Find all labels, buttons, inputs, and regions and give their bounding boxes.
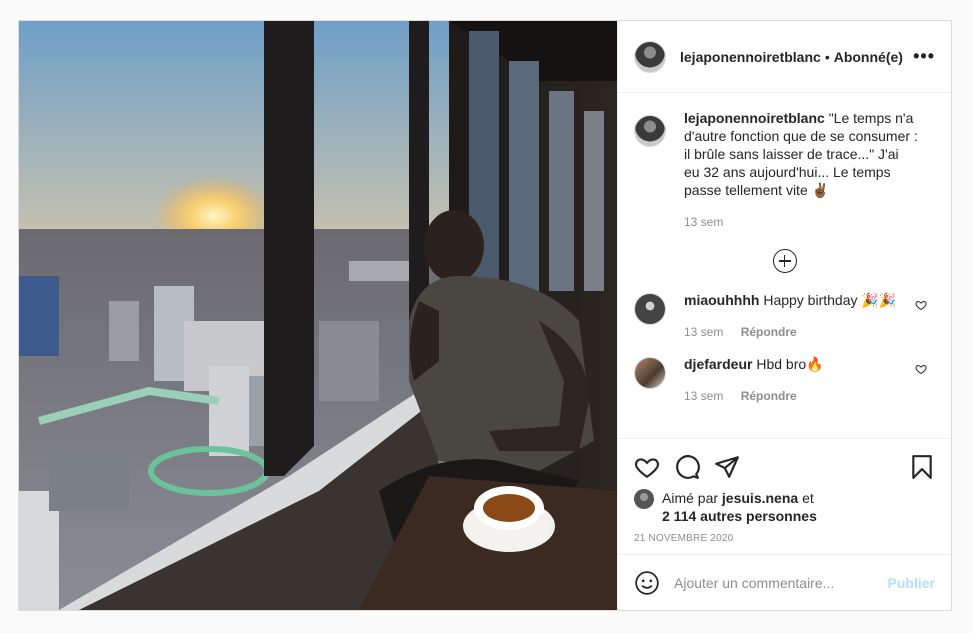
more-icon[interactable]: ••• [913,46,935,67]
caption-time: 13 sem [684,215,724,229]
add-comment-bar: Publier [618,554,951,610]
post-card: lejaponennoiretblanc • Abonné(e) ••• lej… [18,20,952,611]
likes-prefix: Aimé par [662,490,719,506]
comment-time: 13 sem [684,389,724,403]
comment-text: Hbd bro🔥 [756,356,824,372]
post-sidebar: lejaponennoiretblanc • Abonné(e) ••• lej… [617,21,951,610]
photo-illustration [19,21,617,610]
comment-input[interactable] [674,574,888,591]
action-icons [634,447,935,487]
emoji-icon[interactable] [634,570,660,596]
likes-conjunction: et [802,490,814,506]
post-header: lejaponennoiretblanc • Abonné(e) ••• [618,21,951,93]
header-separator: • [824,48,830,65]
reply-button[interactable]: Répondre [741,325,797,339]
comment-heart-icon[interactable] [915,299,927,311]
likes-summary: Aimé par jesuis.nena et 2 114 autres per… [634,489,935,525]
post-date: 21 NOVEMBRE 2020 [634,533,734,544]
comments-list[interactable]: lejaponennoiretblanc "Le temps n'a d'aut… [618,93,951,438]
comment-item: djefardeur Hbd bro🔥 13 sem Répondre [634,355,935,405]
post-photo[interactable] [19,21,617,610]
likes-count-link[interactable]: 2 114 autres personnes [662,508,817,524]
comment-item: miaouhhhh Happy birthday 🎉🎉 13 sem Répon… [634,291,935,341]
comment-avatar[interactable] [634,293,666,325]
comment-username[interactable]: miaouhhhh [684,292,759,308]
caption: lejaponennoiretblanc "Le temps n'a d'aut… [634,109,935,231]
caption-text-block: lejaponennoiretblanc "Le temps n'a d'aut… [684,109,918,199]
liker-username[interactable]: jesuis.nena [722,490,798,506]
comment-icon[interactable] [674,454,700,480]
comment-time: 13 sem [684,325,724,339]
comment-heart-icon[interactable] [915,363,927,375]
comment-username[interactable]: djefardeur [684,356,752,372]
bookmark-icon[interactable] [909,454,935,480]
plus-circle-icon[interactable] [772,249,797,273]
heart-icon[interactable] [634,454,660,480]
reply-button[interactable]: Répondre [741,389,797,403]
caption-avatar[interactable] [634,115,666,147]
author-username[interactable]: lejaponennoiretblanc [680,49,821,65]
liker-avatar[interactable] [634,489,654,509]
comment-text: Happy birthday 🎉🎉 [763,292,897,308]
comment-avatar[interactable] [634,357,666,389]
follow-status-button[interactable]: Abonné(e) [834,49,903,65]
publish-button[interactable]: Publier [888,575,935,591]
post-actions: Aimé par jesuis.nena et 2 114 autres per… [618,438,951,554]
share-icon[interactable] [714,454,740,480]
caption-username[interactable]: lejaponennoiretblanc [684,110,825,126]
load-more-comments [634,249,935,273]
author-avatar[interactable] [634,40,666,73]
